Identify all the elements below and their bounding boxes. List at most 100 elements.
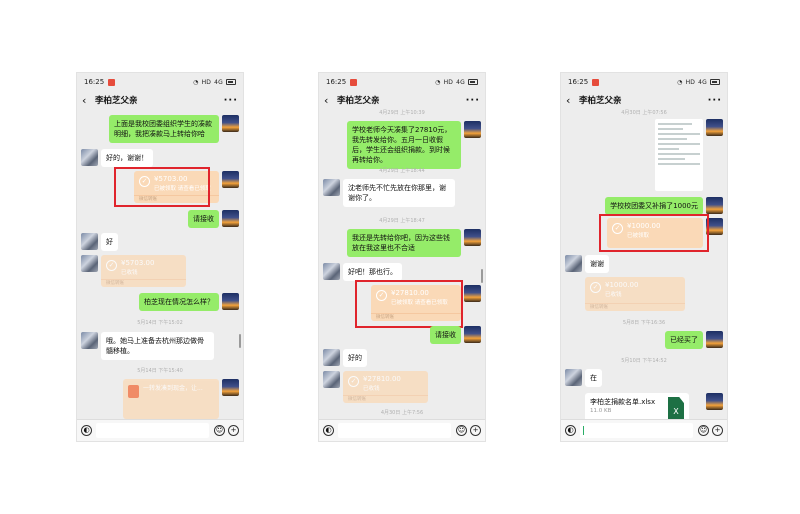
message-bubble-received[interactable]: 好吧！那也行。 [343, 263, 402, 281]
notification-icon [350, 78, 358, 86]
emoji-icon[interactable]: ☺ [456, 425, 467, 436]
file-size: 11.0 KB [590, 408, 612, 414]
wifi-icon: ◔ [435, 78, 441, 86]
status-time: 16:25 [84, 78, 105, 86]
avatar-self[interactable] [464, 285, 481, 302]
message-bubble-sent[interactable]: 已经买了 [665, 331, 703, 349]
input-bar: ◐ ☺ + [77, 419, 243, 441]
message-bubble-sent[interactable]: 上面是我校团委组织学生的凑款明细，我把凑款马上转给你哈 [109, 115, 219, 143]
status-bar: 16:25 ◔ HD 4G [77, 73, 243, 91]
more-options-icon[interactable]: ··· [708, 95, 722, 106]
more-options-icon[interactable]: ··· [224, 95, 238, 106]
phone-screenshot-1: 16:25 ◔ HD 4G ‹ 李柏芝父亲 ··· 上面是我校团委组织学生的凑款明细… [76, 72, 244, 442]
scrollbar[interactable] [481, 269, 483, 283]
wifi-icon: ◔ [193, 78, 199, 86]
avatar-contact[interactable] [323, 263, 340, 280]
avatar-contact[interactable] [323, 349, 340, 366]
avatar-contact[interactable] [565, 255, 582, 272]
avatar-self[interactable] [464, 121, 481, 138]
avatar-self[interactable] [464, 326, 481, 343]
avatar-self[interactable] [222, 171, 239, 188]
avatar-self[interactable] [706, 331, 723, 348]
message-list[interactable]: 4月30日 上午07:56 学校校团委又补捐了1000元 ✓ ¥1000.00 … [561, 109, 727, 419]
more-options-icon[interactable]: ··· [466, 95, 480, 106]
chat-header: ‹ 李柏芝父亲 ··· [77, 91, 243, 109]
document-image[interactable] [655, 119, 703, 191]
file-message[interactable]: 李柏芝捐款名单.xlsx 11.0 KB X [585, 393, 689, 419]
plus-icon[interactable]: + [712, 425, 723, 436]
back-arrow-icon[interactable]: ‹ [82, 94, 90, 107]
voice-icon[interactable]: ◐ [565, 425, 576, 436]
avatar-contact[interactable] [81, 149, 98, 166]
message-bubble-received[interactable]: 好 [101, 233, 118, 251]
chat-header: ‹ 李柏芝父亲 ··· [561, 91, 727, 109]
message-bubble-received[interactable]: 好的 [343, 349, 367, 367]
excel-file-icon: X [668, 397, 684, 419]
transfer-card-received[interactable]: ✓ ¥5703.00 已收钱 微信转账 [101, 255, 186, 287]
voice-icon[interactable]: ◐ [323, 425, 334, 436]
message-bubble-received[interactable]: 哦。她马上准备去杭州那边做骨髓移植。 [101, 332, 214, 360]
emoji-icon[interactable]: ☺ [698, 425, 709, 436]
avatar-contact[interactable] [323, 371, 340, 388]
message-bubble-sent[interactable]: 柏芝现在情况怎么样？ [139, 293, 219, 311]
notification-icon [108, 78, 116, 86]
avatar-contact[interactable] [565, 369, 582, 386]
red-highlight-box [114, 167, 210, 207]
timestamp: 5月10日 下午14:52 [621, 358, 667, 364]
message-input[interactable] [96, 423, 209, 438]
signal-label: 4G [698, 78, 707, 86]
chat-title: 李柏芝父亲 [579, 96, 622, 106]
message-bubble-received[interactable]: 沈老师先不忙先放在你那里，谢谢你了。 [343, 179, 455, 207]
avatar-contact[interactable] [81, 332, 98, 349]
timestamp: 5月14日 下午15:40 [137, 368, 183, 374]
battery-icon [468, 79, 478, 85]
message-list[interactable]: 上面是我校团委组织学生的凑款明细，我把凑款马上转给你哈 好的，谢谢！ ✓ ¥57… [77, 109, 243, 419]
avatar-self[interactable] [464, 229, 481, 246]
message-bubble-sent[interactable]: 请接收 [430, 326, 461, 344]
avatar-contact[interactable] [81, 255, 98, 272]
message-bubble-sent[interactable]: 请接收 [188, 210, 219, 228]
plus-icon[interactable]: + [228, 425, 239, 436]
message-input[interactable] [338, 423, 451, 438]
message-bubble-received[interactable]: 谢谢 [585, 255, 609, 273]
transfer-card-received[interactable]: ✓ ¥1000.00 已收钱 微信转账 [585, 277, 685, 311]
check-icon: ✓ [348, 376, 359, 387]
avatar-contact[interactable] [81, 233, 98, 250]
timestamp: 4月29日 上午10:39 [379, 110, 425, 116]
input-bar: ◐ ☺ + [319, 419, 485, 441]
voice-icon[interactable]: ◐ [81, 425, 92, 436]
timestamp: 5月8日 下午16:36 [622, 320, 666, 326]
message-bubble-received[interactable]: 在 [585, 369, 602, 387]
avatar-contact[interactable] [323, 179, 340, 196]
transfer-footer: 微信转账 [585, 303, 685, 311]
avatar-self[interactable] [222, 210, 239, 227]
message-input[interactable] [580, 423, 693, 438]
message-list[interactable]: 4月29日 上午10:39 学校老师今天凑集了27810元，我先转发给你。五月一… [319, 109, 485, 419]
back-arrow-icon[interactable]: ‹ [566, 94, 574, 107]
signal-label: 4G [214, 78, 223, 86]
emoji-icon[interactable]: ☺ [214, 425, 225, 436]
back-arrow-icon[interactable]: ‹ [324, 94, 332, 107]
avatar-self[interactable] [706, 393, 723, 410]
plus-icon[interactable]: + [470, 425, 481, 436]
message-bubble-received[interactable]: 好的，谢谢！ [101, 149, 153, 167]
phone-screenshot-2: 16:25 ◔ HD 4G ‹ 李柏芝父亲 ··· 4月29日 上午10:39 学校… [318, 72, 486, 442]
avatar-self[interactable] [222, 293, 239, 310]
message-bubble-sent[interactable]: 学校老师今天凑集了27810元，我先转发给你。五月一日收假后，学生还会组织捐款。… [347, 121, 461, 169]
transfer-card-received[interactable]: ✓ ¥27810.00 已收钱 微信转账 [343, 371, 428, 403]
avatar-self[interactable] [706, 197, 723, 214]
message-bubble-sent[interactable]: 我还是先转给你吧，因为这些钱放在我这里也不合适 [347, 229, 461, 257]
timestamp: 4月30日 上午7:56 [380, 410, 424, 416]
red-packet-card[interactable]: 一转发凑到现金，让... [123, 379, 219, 419]
text-cursor [583, 426, 584, 435]
input-bar: ◐ ☺ + [561, 419, 727, 441]
network-label: HD [685, 78, 696, 86]
scrollbar[interactable] [239, 334, 241, 348]
timestamp: 4月29日 上午18:47 [379, 218, 425, 224]
transfer-footer: 微信转账 [343, 395, 428, 403]
avatar-self[interactable] [222, 379, 239, 396]
message-bubble-sent[interactable]: 学校校团委又补捐了1000元 [605, 197, 703, 215]
avatar-self[interactable] [222, 115, 239, 132]
avatar-self[interactable] [706, 119, 723, 136]
transfer-amount: ¥1000.00 [605, 281, 639, 289]
